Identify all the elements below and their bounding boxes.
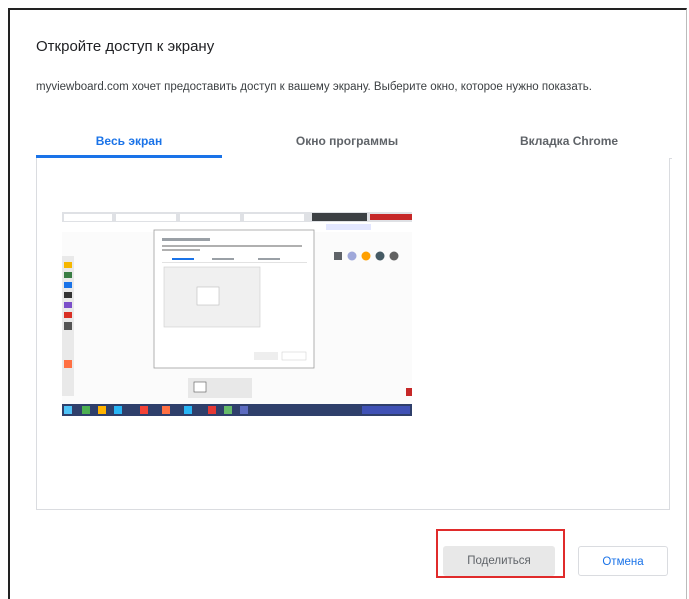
dialog-title: Откройте доступ к экрану [36, 38, 215, 55]
tab-chrome-tab[interactable]: Вкладка Chrome [466, 126, 672, 158]
cancel-button[interactable]: Отмена [578, 546, 668, 576]
share-button[interactable]: Поделиться [443, 546, 555, 576]
screen-thumbnail[interactable] [62, 212, 412, 416]
screen-preview-pane [36, 158, 670, 510]
tab-application-window[interactable]: Окно программы [242, 126, 452, 158]
dialog-description: myviewboard.com хочет предоставить досту… [36, 81, 592, 93]
tab-entire-screen[interactable]: Весь экран [36, 126, 222, 158]
source-tabs: Весь экран Окно программы Вкладка Chrome [36, 126, 672, 159]
